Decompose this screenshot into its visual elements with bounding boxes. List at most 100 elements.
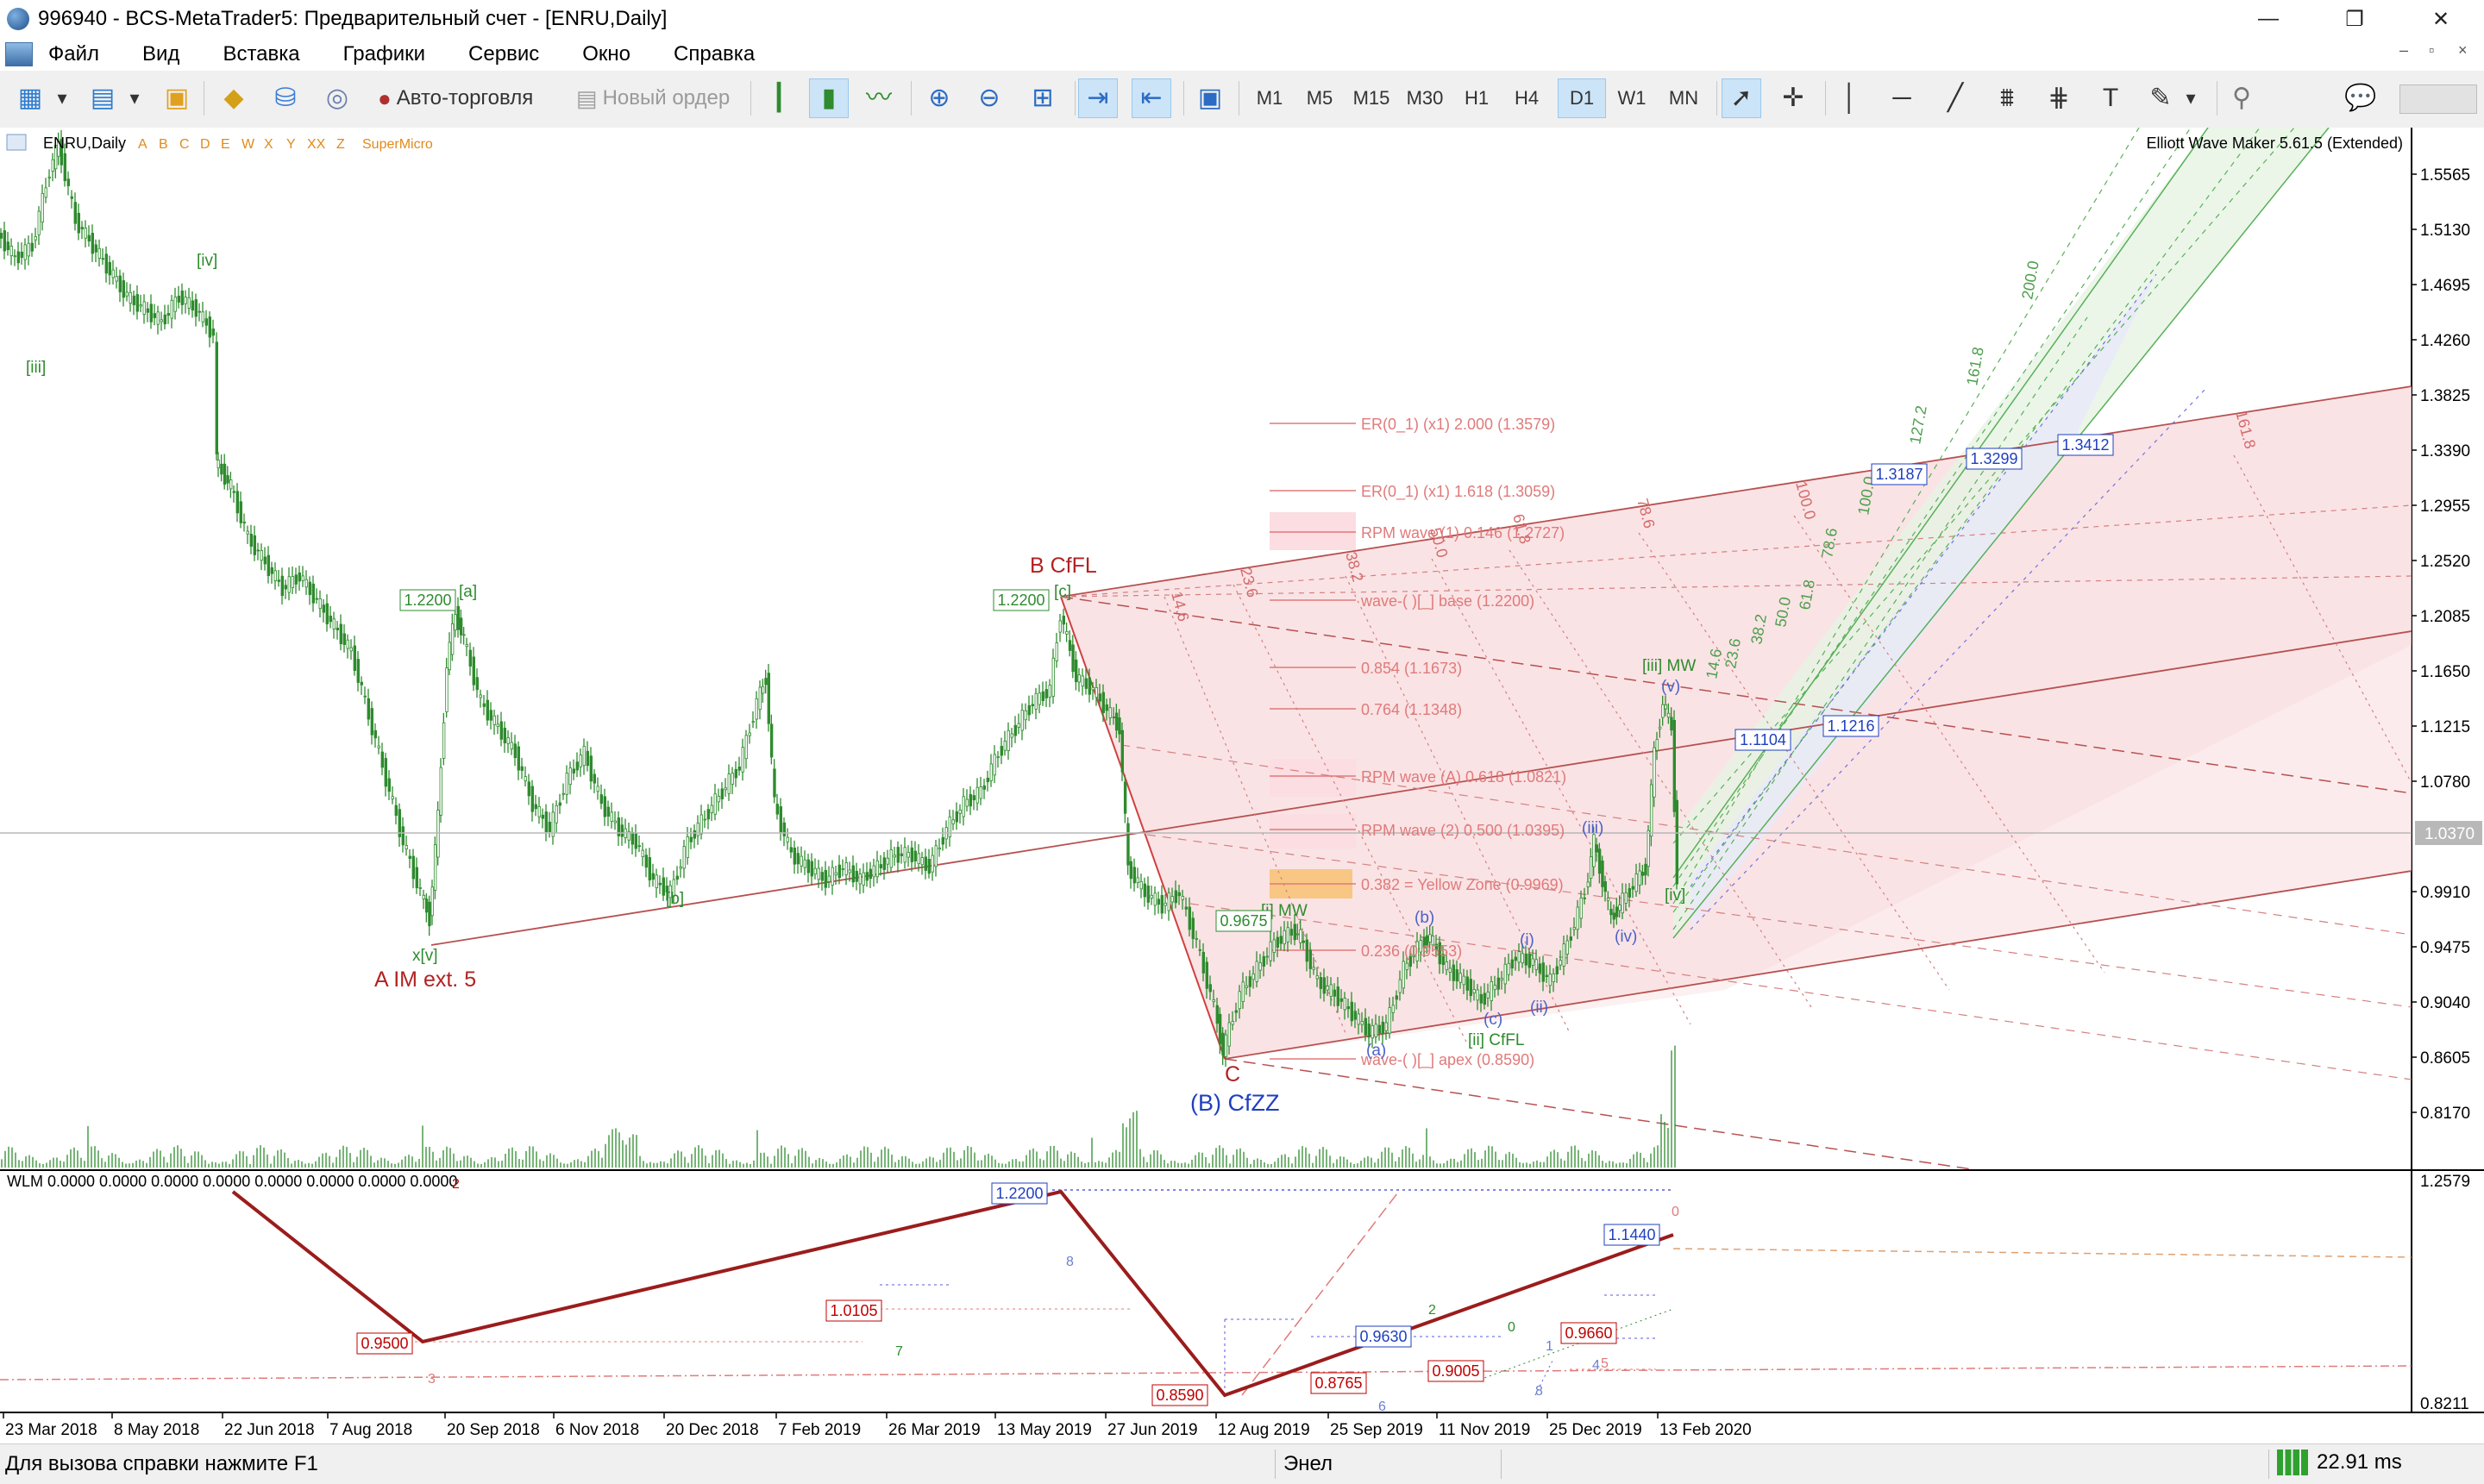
price-tick-label: 1.2955 bbox=[2420, 498, 2470, 516]
chart-window[interactable]: ENRU,Daily A B C D E W X Y XX Z SuperMic… bbox=[0, 128, 2484, 1443]
menu-help[interactable]: Справка bbox=[674, 42, 755, 66]
status-connection[interactable]: 22.91 ms bbox=[2277, 1450, 2402, 1475]
zoom-out-button[interactable]: ⊖ bbox=[969, 78, 1009, 118]
navigator-button[interactable]: ◆ bbox=[214, 78, 254, 118]
candle-body bbox=[27, 242, 30, 257]
wave-letter-z[interactable]: Z bbox=[336, 137, 345, 152]
text-tool-button[interactable]: T bbox=[2091, 78, 2130, 118]
status-profile[interactable]: Энел bbox=[1283, 1452, 1333, 1476]
new-order-button[interactable]: ▤ Новый ордер bbox=[571, 78, 735, 118]
signals-button[interactable]: ◎ bbox=[317, 78, 357, 118]
candle-body bbox=[1081, 675, 1084, 687]
market-watch-button[interactable]: ▣ bbox=[157, 78, 197, 118]
search-button[interactable]: ⚲ bbox=[2222, 78, 2261, 118]
indicator-pane[interactable] bbox=[0, 1171, 2412, 1411]
period-h4-button[interactable]: H4 bbox=[1502, 78, 1551, 118]
period-m5-button[interactable]: M5 bbox=[1295, 78, 1344, 118]
mdi-close-button[interactable]: × bbox=[2458, 41, 2468, 59]
wave-letter-b[interactable]: B bbox=[159, 137, 168, 152]
period-m1-button[interactable]: M1 bbox=[1245, 78, 1294, 118]
period-m30-button[interactable]: M30 bbox=[1401, 78, 1449, 118]
new-chart-button[interactable]: ▦ bbox=[10, 78, 50, 118]
candle-body bbox=[1312, 967, 1315, 970]
menu-tools[interactable]: Сервис bbox=[468, 42, 539, 66]
wave-degree-label[interactable]: SuperMicro bbox=[362, 137, 433, 152]
zoom-in-button[interactable]: ⊕ bbox=[919, 78, 959, 118]
candle-body bbox=[969, 793, 972, 807]
price-box-13187: 1.3187 bbox=[1875, 466, 1923, 483]
wave-letter-d[interactable]: D bbox=[200, 137, 210, 152]
menu-window[interactable]: Окно bbox=[582, 42, 630, 66]
candle-body bbox=[499, 721, 503, 740]
shapes-dropdown[interactable]: ▾ bbox=[2182, 78, 2199, 118]
chart-window-icon[interactable] bbox=[5, 42, 33, 66]
chart-shift-button[interactable]: ⇤ bbox=[1132, 78, 1171, 118]
minimize-button[interactable]: — bbox=[2225, 0, 2312, 38]
candle-body bbox=[411, 855, 415, 880]
candle-body bbox=[1524, 953, 1527, 966]
wave-letter-x[interactable]: X bbox=[264, 137, 273, 152]
bar-chart-button[interactable]: ┃ bbox=[759, 78, 799, 118]
horizontal-line-tool-button[interactable]: ─ bbox=[1882, 78, 1922, 118]
profiles-button[interactable]: ▤ bbox=[83, 78, 122, 118]
period-w1-button[interactable]: W1 bbox=[1608, 78, 1656, 118]
wave-label-i-minor: (i) bbox=[1520, 931, 1534, 949]
wave-letter-a[interactable]: A bbox=[138, 137, 147, 152]
wave-letter-y[interactable]: Y bbox=[286, 137, 296, 152]
candle-body bbox=[149, 304, 153, 322]
toolbar-search-field[interactable] bbox=[2399, 85, 2477, 114]
period-d1-button[interactable]: D1 bbox=[1558, 78, 1606, 118]
tile-windows-button[interactable]: ⊞ bbox=[1023, 78, 1063, 118]
indicators-button[interactable]: ▣ bbox=[1190, 78, 1230, 118]
candle-body bbox=[1569, 936, 1572, 941]
chart-menu-icon[interactable] bbox=[6, 134, 27, 151]
candle-body bbox=[710, 805, 713, 813]
wave-letter-w[interactable]: W bbox=[242, 137, 255, 152]
period-m15-button[interactable]: M15 bbox=[1347, 78, 1396, 118]
autoscroll-button[interactable]: ⇥ bbox=[1078, 78, 1118, 118]
candle-body bbox=[630, 831, 634, 845]
close-button[interactable]: ✕ bbox=[2398, 0, 2484, 38]
fibonacci-tool-button[interactable]: ⩩ bbox=[1987, 78, 2027, 118]
mdi-minimize-button[interactable]: – bbox=[2399, 41, 2408, 59]
wave-letter-e[interactable]: E bbox=[221, 137, 230, 152]
autotrading-button[interactable]: ● Авто-торговля bbox=[373, 78, 538, 118]
trend-line-tool-button[interactable]: ╱ bbox=[1935, 78, 1975, 118]
mdi-restore-button[interactable]: ▫ bbox=[2429, 41, 2434, 59]
candle-body bbox=[869, 868, 872, 880]
candle-body bbox=[486, 699, 489, 721]
candle-body bbox=[965, 798, 969, 807]
fibo-fan-tool-button[interactable]: ⋕ bbox=[2039, 78, 2079, 118]
new-chart-dropdown[interactable]: ▾ bbox=[53, 78, 71, 118]
cursor-tool-button[interactable]: ➚ bbox=[1722, 78, 1761, 118]
period-h1-button[interactable]: H1 bbox=[1452, 78, 1501, 118]
candlestick-button[interactable]: ▮ bbox=[809, 78, 849, 118]
candle-body bbox=[1326, 986, 1329, 991]
candle-body bbox=[84, 228, 87, 239]
menu-view[interactable]: Вид bbox=[142, 42, 179, 66]
period-mn-button[interactable]: MN bbox=[1659, 78, 1708, 118]
menu-charts[interactable]: Графики bbox=[343, 42, 425, 66]
menu-file[interactable]: Файл bbox=[48, 42, 99, 66]
candle-body bbox=[1095, 686, 1098, 698]
candle-body bbox=[541, 814, 544, 819]
shapes-icon: ✎ bbox=[2149, 84, 2172, 112]
wlm-box-09500: 0.9500 bbox=[361, 1335, 408, 1352]
price-box-11216: 1.1216 bbox=[1827, 717, 1874, 735]
chat-button[interactable]: 💬 bbox=[2341, 78, 2380, 118]
chart-canvas[interactable]: ENRU,Daily A B C D E W X Y XX Z SuperMic… bbox=[0, 128, 2484, 1443]
crosshair-tool-button[interactable]: ✛ bbox=[1773, 78, 1813, 118]
maximize-button[interactable]: ❐ bbox=[2312, 0, 2398, 38]
menu-insert[interactable]: Вставка bbox=[223, 42, 299, 66]
price-box-13299: 1.3299 bbox=[1970, 450, 2017, 467]
shapes-tool-button[interactable]: ✎ bbox=[2141, 78, 2180, 118]
line-chart-button[interactable]: 〰 bbox=[859, 78, 899, 118]
wave-letter-c[interactable]: C bbox=[179, 137, 190, 152]
profiles-dropdown[interactable]: ▾ bbox=[126, 78, 143, 118]
data-window-button[interactable]: ⛁ bbox=[266, 78, 305, 118]
toolbar: ▦ ▾ ▤ ▾ ▣ ◆ ⛁ ◎ ● Авто-торговля ▤ Новый … bbox=[0, 71, 2484, 128]
candle-body bbox=[1058, 620, 1062, 633]
vertical-line-tool-button[interactable]: │ bbox=[1830, 78, 1870, 118]
wave-label-iii-mw: [iii] MW bbox=[1642, 657, 1696, 675]
wave-letter-xx[interactable]: XX bbox=[307, 137, 326, 152]
